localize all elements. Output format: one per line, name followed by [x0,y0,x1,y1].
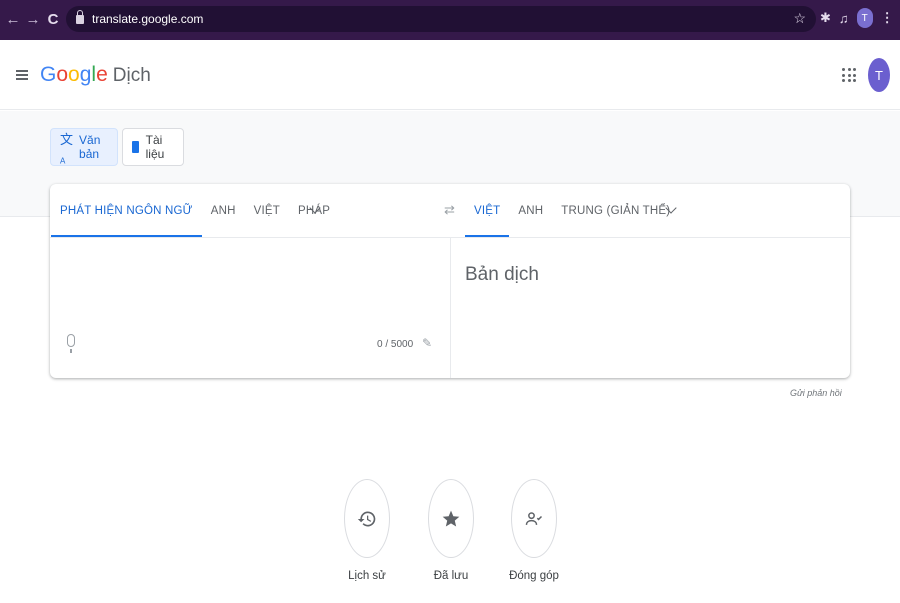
puzzle-icon[interactable]: ✱ [820,10,831,26]
back-icon[interactable]: ← [4,11,22,28]
forward-icon[interactable]: → [24,11,42,28]
target-tab-vietnamese[interactable]: VIỆT [465,184,510,237]
bookmark-star-icon[interactable]: ☆ [793,10,806,27]
community-icon [511,479,557,558]
app-header: Google Dịch T [0,40,900,110]
translate-icon: 文A [60,131,74,166]
address-bar[interactable]: translate.google.com ☆ [66,6,816,32]
url-text: translate.google.com [92,12,204,26]
source-tab-english[interactable]: ANH [202,184,245,237]
google-apps-icon[interactable] [842,68,856,82]
extension-area: ✱ ♫ T ⋮ [820,8,894,28]
saved-button[interactable] [428,479,474,558]
lock-icon [76,9,84,24]
send-feedback-link[interactable]: Gửi phản hồi [790,388,842,398]
source-tab-detect[interactable]: PHÁT HIỆN NGÔN NGỮ [51,184,202,237]
kebab-menu-icon[interactable]: ⋮ [881,10,894,26]
profile-icon[interactable]: T [856,8,873,28]
logo-letter: G [40,63,57,86]
translation-card: PHÁT HIỆN NGÔN NGỮ ANH VIỆT PHÁP ⇄ VIỆT … [50,184,850,378]
target-tab-chinese-simplified[interactable]: TRUNG (GIẢN THỂ) [552,184,679,237]
document-mode-button[interactable]: Tài liệu [122,128,184,166]
source-tab-vietnamese[interactable]: VIỆT [245,184,289,237]
logo-letter: e [96,63,108,86]
logo-letter: o [56,63,69,86]
mode-label: Văn bản [79,133,101,161]
saved-label: Đã lưu [433,570,469,582]
contribute-label: Đóng góp [509,570,559,582]
logo-letter: g [79,63,92,86]
reload-icon[interactable]: C [44,11,62,28]
translation-output: Bản dịch [465,264,539,285]
pencil-icon[interactable]: ✎ [422,336,432,350]
target-tab-english[interactable]: ANH [509,184,552,237]
text-mode-button[interactable]: 文A Văn bản [50,128,118,166]
history-icon [344,479,390,558]
browser-toolbar: ← → C translate.google.com ☆ ✱ ♫ T ⋮ [0,0,900,40]
star-icon [428,479,474,558]
google-translate-logo[interactable]: Google Dịch [40,63,151,87]
pane-divider [450,237,451,378]
history-label: Lịch sử [348,570,386,582]
target-language-bar: VIỆT ANH TRUNG (GIẢN THỂ) [465,184,679,237]
product-name: Dịch [112,65,151,86]
character-count: 0 / 5000 [377,339,414,350]
history-button[interactable] [344,479,390,558]
source-language-bar: PHÁT HIỆN NGÔN NGỮ ANH VIỆT PHÁP [51,184,339,237]
contribute-button[interactable] [511,479,557,558]
swap-languages-icon[interactable]: ⇄ [444,202,455,218]
document-icon [132,141,139,153]
source-text-input[interactable] [50,238,450,328]
mode-label: Tài liệu [145,133,165,161]
hamburger-menu-icon[interactable] [16,70,28,80]
media-icon[interactable]: ♫ [839,11,849,26]
microphone-icon[interactable] [67,334,75,353]
account-avatar[interactable]: T [868,58,890,92]
logo-letter: o [68,63,80,86]
